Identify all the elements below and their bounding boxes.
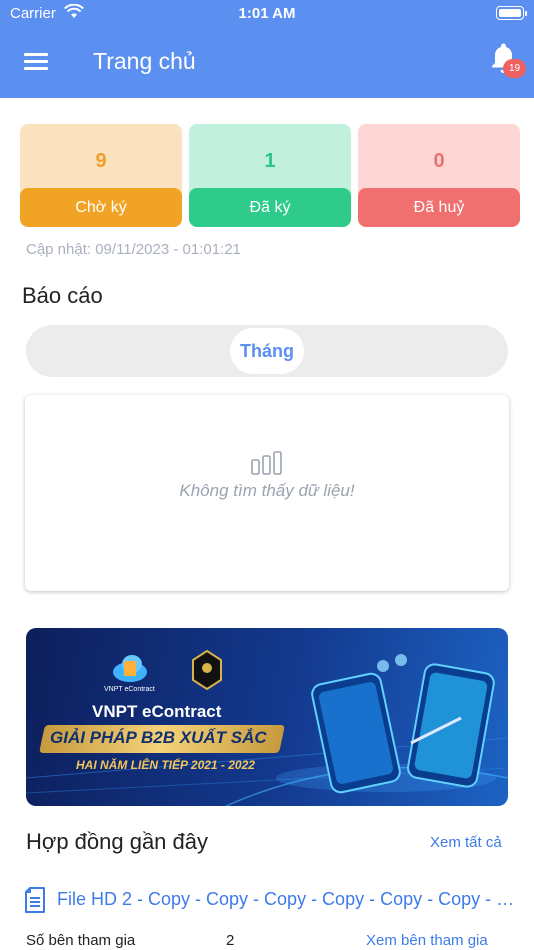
summary-cards: 9 Chờ ký 1 Đã ký 0 Đã huỷ (20, 124, 520, 227)
signed-label: Đã ký (189, 188, 351, 227)
report-title: Báo cáo (22, 283, 103, 308)
cancelled-card[interactable]: 0 Đã huỷ (358, 124, 520, 227)
award-badge-icon (192, 650, 222, 690)
cloud-logo-icon (113, 655, 147, 682)
recent-contracts-title: Hợp đồng gần đây (26, 829, 209, 854)
logo-caption: VNPT eContract (104, 686, 155, 693)
clock: 1:01 AM (238, 5, 296, 22)
cancelled-count: 0 (433, 150, 445, 172)
view-participants-link[interactable]: Xem bên tham gia (366, 932, 488, 949)
notification-badge: 19 (503, 59, 526, 78)
promo-banner[interactable]: VNPT eContract VNPT eContract GIẢI PHÁP … (26, 628, 508, 806)
signed-count: 1 (264, 150, 276, 172)
see-all-link[interactable]: Xem tất cả (430, 834, 502, 851)
banner-subtitle: GIẢI PHÁP B2B XUẤT SẮC (50, 728, 267, 747)
signed-card[interactable]: 1 Đã ký (189, 124, 351, 227)
empty-data-message: Không tìm thấy dữ liệu! (179, 481, 355, 500)
pending-count: 9 (95, 150, 107, 172)
banner-tagline: HAI NĂM LIÊN TIẾP 2021 - 2022 (76, 758, 255, 772)
phones-illustration (311, 654, 495, 794)
cancelled-label: Đã huỷ (358, 188, 520, 227)
period-segmented-control: Tháng (26, 325, 508, 377)
battery-icon (496, 6, 527, 20)
page-title: Trang chủ (93, 48, 196, 74)
pending-label: Chờ ký (20, 188, 182, 227)
document-list-icon (25, 887, 45, 913)
pending-card[interactable]: 9 Chờ ký (20, 124, 182, 227)
report-chart-box: Không tìm thấy dữ liệu! (25, 395, 509, 591)
last-updated-text: Cập nhật: 09/11/2023 - 01:01:21 (26, 241, 241, 258)
banner-title: VNPT eContract (92, 702, 222, 721)
tab-month[interactable]: Tháng (230, 328, 304, 374)
hamburger-menu-icon[interactable] (24, 52, 50, 72)
app-header: Carrier 1:01 AM Trang chủ 19 (0, 0, 534, 98)
participants-label: Số bên tham gia (26, 932, 136, 949)
participants-count: 2 (226, 932, 235, 949)
bar-chart-icon (251, 451, 282, 475)
status-bar: Carrier 1:01 AM (0, 0, 534, 28)
contract-name-link[interactable]: File HD 2 - Copy - Copy - Copy - Copy - … (57, 889, 517, 910)
